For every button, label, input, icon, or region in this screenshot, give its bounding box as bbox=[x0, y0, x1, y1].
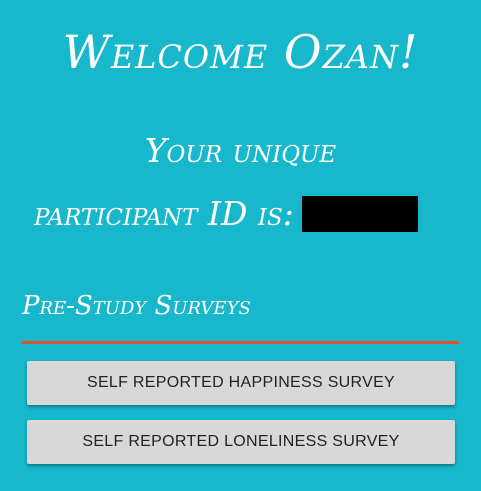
section-title: Pre-Study Surveys bbox=[22, 291, 251, 321]
participant-id-row: participant ID is: bbox=[34, 192, 418, 236]
happiness-survey-button[interactable]: SELF REPORTED HAPPINESS SURVEY bbox=[27, 361, 455, 405]
welcome-title: Welcome Ozan! bbox=[62, 25, 419, 79]
participant-id-intro: Your unique bbox=[144, 131, 337, 170]
participant-id-label: participant ID is: bbox=[34, 194, 294, 233]
loneliness-survey-button[interactable]: SELF REPORTED LONELINESS SURVEY bbox=[27, 420, 455, 464]
app-screen: Welcome Ozan! Your unique participant ID… bbox=[0, 0, 481, 491]
section-divider bbox=[22, 341, 459, 344]
participant-id-redacted-value bbox=[301, 196, 418, 232]
